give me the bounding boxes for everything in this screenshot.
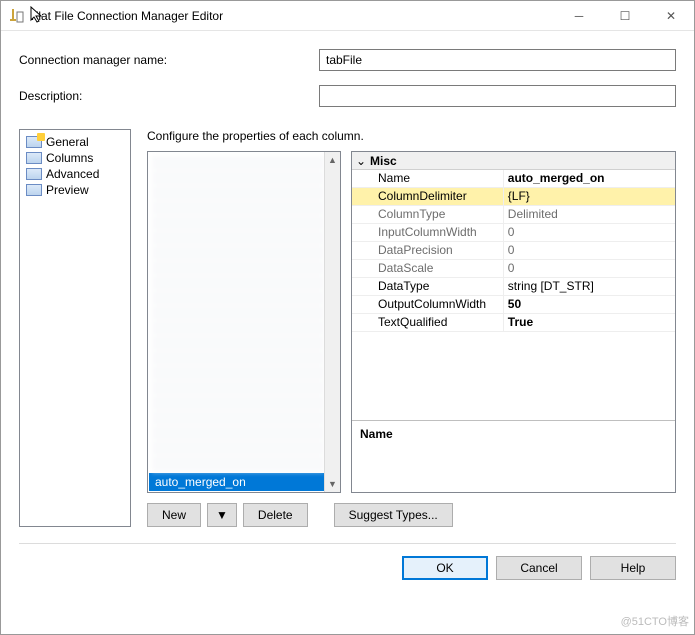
propgrid-category[interactable]: ⌄ Misc [352,152,675,170]
propgrid-row[interactable]: DataScale0 [352,260,675,278]
list-content-blurred [152,156,324,473]
prop-key: OutputColumnWidth [352,296,504,313]
propgrid-row[interactable]: ColumnDelimiter{LF} [352,188,675,206]
ok-button[interactable]: OK [402,556,488,580]
prop-value[interactable]: 0 [504,260,675,277]
list-item-selected[interactable]: auto_merged_on [149,473,324,491]
desc-name: Name [360,427,667,441]
propgrid-row[interactable]: OutputColumnWidth50 [352,296,675,314]
page-icon [26,168,42,180]
delete-button[interactable]: Delete [243,503,308,527]
app-icon [9,8,25,24]
page-hint: Configure the properties of each column. [147,129,676,143]
minimize-button[interactable]: ─ [556,1,602,31]
propgrid-row[interactable]: DataPrecision0 [352,242,675,260]
prop-value[interactable]: 0 [504,224,675,241]
sidebar-item-columns[interactable]: Columns [20,150,130,166]
watermark: @51CTO博客 [621,613,689,629]
chevron-down-icon: ▼ [216,508,228,522]
page-icon [26,152,42,164]
page-icon [26,136,42,148]
scrollbar[interactable]: ▲ ▼ [324,152,340,492]
window-title: Flat File Connection Manager Editor [31,9,556,23]
property-grid[interactable]: ⌄ Misc Nameauto_merged_onColumnDelimiter… [351,151,676,493]
titlebar: Flat File Connection Manager Editor ─ ☐ … [1,1,694,31]
prop-key: Name [352,170,504,187]
column-list[interactable]: auto_merged_on ▲ ▼ [147,151,341,493]
close-button[interactable]: ✕ [648,1,694,31]
propgrid-row[interactable]: Nameauto_merged_on [352,170,675,188]
window-buttons: ─ ☐ ✕ [556,1,694,31]
sidebar-item-label: General [46,135,89,149]
conn-name-input[interactable] [319,49,676,71]
prop-value[interactable]: auto_merged_on [504,170,675,187]
new-dropdown-button[interactable]: ▼ [207,503,237,527]
conn-name-label: Connection manager name: [19,53,319,67]
suggest-types-button[interactable]: Suggest Types... [334,503,453,527]
sidebar-item-label: Preview [46,183,89,197]
prop-value[interactable]: 50 [504,296,675,313]
propgrid-row[interactable]: DataTypestring [DT_STR] [352,278,675,296]
propgrid-description: Name [352,420,675,492]
prop-value[interactable]: Delimited [504,206,675,223]
propgrid-row[interactable]: InputColumnWidth0 [352,224,675,242]
prop-key: ColumnType [352,206,504,223]
scroll-up-icon[interactable]: ▲ [325,152,340,168]
prop-value[interactable]: {LF} [504,188,675,205]
prop-key: ColumnDelimiter [352,188,504,205]
sidebar-item-label: Advanced [46,167,99,181]
sidebar-item-label: Columns [46,151,93,165]
prop-key: DataPrecision [352,242,504,259]
cancel-button[interactable]: Cancel [496,556,582,580]
prop-key: DataScale [352,260,504,277]
prop-key: TextQualified [352,314,504,331]
new-button[interactable]: New [147,503,201,527]
propgrid-row[interactable]: TextQualifiedTrue [352,314,675,332]
help-button[interactable]: Help [590,556,676,580]
sidebar-item-advanced[interactable]: Advanced [20,166,130,182]
description-label: Description: [19,89,319,103]
prop-key: InputColumnWidth [352,224,504,241]
propgrid-row[interactable]: ColumnTypeDelimited [352,206,675,224]
sidebar-item-preview[interactable]: Preview [20,182,130,198]
prop-value[interactable]: string [DT_STR] [504,278,675,295]
page-icon [26,184,42,196]
collapse-icon[interactable]: ⌄ [352,154,370,168]
prop-key: DataType [352,278,504,295]
prop-value[interactable]: 0 [504,242,675,259]
maximize-button[interactable]: ☐ [602,1,648,31]
description-input[interactable] [319,85,676,107]
form-area: Connection manager name: Description: [1,31,694,129]
sidebar-item-general[interactable]: General [20,134,130,150]
prop-value[interactable]: True [504,314,675,331]
page-list[interactable]: General Columns Advanced Preview [19,129,131,527]
scroll-down-icon[interactable]: ▼ [325,476,340,492]
